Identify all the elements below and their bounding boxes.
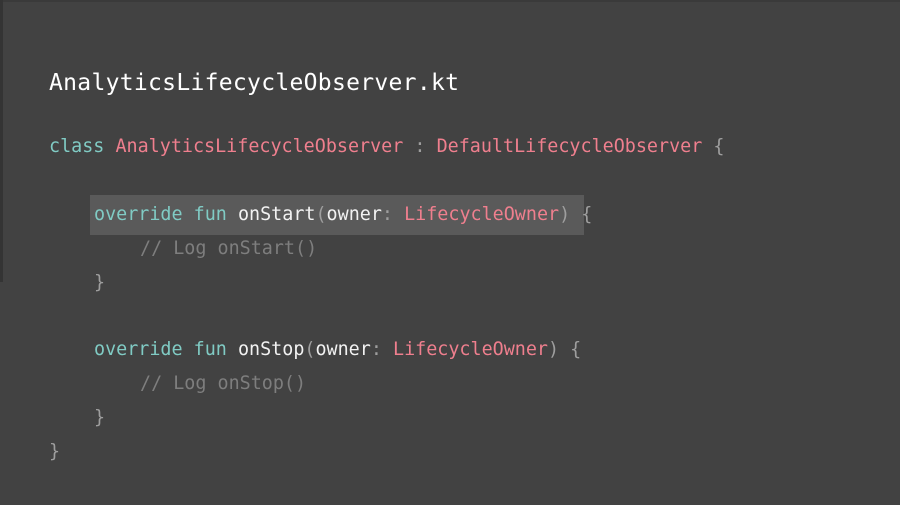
on-stop-comment: // Log onStop() — [140, 373, 307, 394]
on-start-fun-keyword: fun — [193, 204, 227, 225]
on-stop-close-brace: } — [94, 407, 106, 428]
on-start-comment-line: // Log onStart() — [140, 235, 317, 263]
class-declaration-line: class AnalyticsLifecycleObserver : Defau… — [49, 133, 724, 161]
on-stop-override-keyword: override — [94, 339, 183, 360]
class-name: AnalyticsLifecycleObserver — [115, 136, 404, 157]
on-start-param-name: owner — [326, 204, 382, 225]
slide-top-edge — [0, 0, 900, 2]
on-start-signature-line: override fun onStart(owner: LifecycleOwn… — [94, 201, 592, 229]
class-keyword: class — [49, 136, 105, 157]
on-start-comment: // Log onStart() — [140, 238, 318, 259]
on-start-close-line: } — [94, 269, 105, 297]
on-start-override-keyword: override — [94, 204, 183, 225]
on-start-close-brace: } — [94, 272, 106, 293]
on-start-open-brace: { — [581, 204, 593, 225]
class-open-brace: { — [713, 136, 725, 157]
class-close-line: } — [49, 438, 60, 466]
class-close-brace: } — [49, 441, 61, 462]
inheritance-colon: : — [414, 136, 426, 157]
on-stop-close-line: } — [94, 404, 105, 432]
on-start-close-paren: ) — [559, 204, 571, 225]
on-start-function-name: onStart — [237, 204, 316, 225]
on-stop-param-colon: : — [370, 339, 382, 360]
on-stop-signature-line: override fun onStop(owner: LifecycleOwne… — [94, 336, 581, 364]
parent-type: DefaultLifecycleObserver — [436, 136, 703, 157]
on-start-open-paren: ( — [315, 204, 327, 225]
on-stop-function-name: onStop — [237, 339, 305, 360]
on-stop-open-brace: { — [570, 339, 582, 360]
slide-left-edge — [0, 0, 3, 282]
on-stop-fun-keyword: fun — [193, 339, 227, 360]
on-stop-close-paren: ) — [548, 339, 560, 360]
on-stop-open-paren: ( — [304, 339, 316, 360]
on-start-param-type: LifecycleOwner — [404, 204, 560, 225]
on-stop-param-name: owner — [315, 339, 371, 360]
on-start-param-colon: : — [381, 204, 393, 225]
on-stop-param-type: LifecycleOwner — [393, 339, 549, 360]
on-stop-comment-line: // Log onStop() — [140, 370, 306, 398]
file-title: AnalyticsLifecycleObserver.kt — [49, 70, 460, 96]
presentation-slide: AnalyticsLifecycleObserver.kt class Anal… — [0, 0, 900, 505]
